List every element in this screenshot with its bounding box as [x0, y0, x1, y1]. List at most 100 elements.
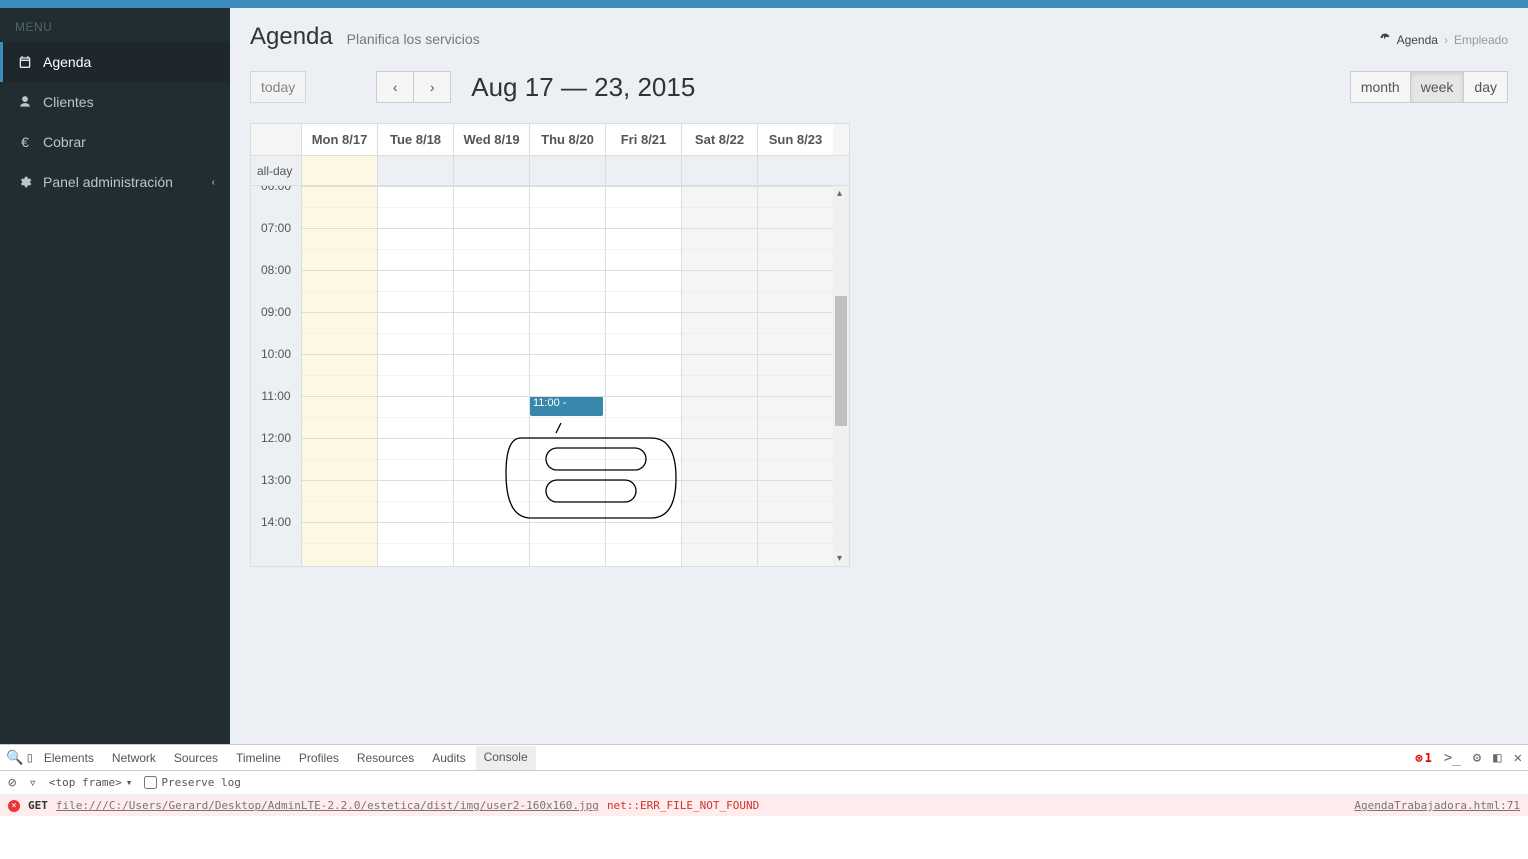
euro-icon: €	[15, 134, 35, 150]
tab-sources[interactable]: Sources	[166, 747, 226, 769]
breadcrumb-sep: ›	[1444, 33, 1448, 47]
date-range: Aug 17 — 23, 2015	[471, 72, 695, 103]
scrollbar[interactable]: ▴ ▾	[833, 186, 849, 566]
month-button[interactable]: month	[1350, 71, 1411, 103]
prev-button[interactable]: ‹	[376, 71, 414, 103]
day-column[interactable]	[681, 186, 757, 566]
sidebar-item-label: Agenda	[43, 54, 91, 70]
allday-cell[interactable]	[757, 156, 833, 185]
calendar-icon	[15, 55, 35, 69]
devtools: 🔍 ▯ Elements Network Sources Timeline Pr…	[0, 744, 1528, 859]
allday-cell[interactable]	[301, 156, 377, 185]
calendar-event[interactable]: 11:00 -	[530, 396, 603, 416]
calendar: Mon 8/17 Tue 8/18 Wed 8/19 Thu 8/20 Fri …	[250, 123, 850, 567]
console-log-row: × GET file:///C:/Users/Gerard/Desktop/Ad…	[0, 795, 1528, 816]
time-label: 14:00	[251, 515, 301, 557]
device-icon[interactable]: ▯	[25, 750, 33, 766]
calendar-grid: 11:00 -	[301, 186, 833, 566]
view-group: month week day	[1350, 71, 1508, 103]
tab-timeline[interactable]: Timeline	[228, 747, 289, 769]
day-button[interactable]: day	[1463, 71, 1508, 103]
tab-network[interactable]: Network	[104, 747, 164, 769]
sidebar-item-panel-admin[interactable]: Panel administración ‹	[0, 162, 230, 202]
sidebar-item-agenda[interactable]: Agenda	[0, 42, 230, 82]
day-column[interactable]	[377, 186, 453, 566]
sidebar-item-label: Panel administración	[43, 174, 173, 190]
time-label: 08:00	[251, 263, 301, 305]
day-header: Sun 8/23	[757, 124, 833, 155]
log-url[interactable]: file:///C:/Users/Gerard/Desktop/AdminLTE…	[56, 799, 599, 812]
day-header: Fri 8/21	[605, 124, 681, 155]
day-header: Wed 8/19	[453, 124, 529, 155]
content: Agenda Planifica los servicios Agenda › …	[230, 8, 1528, 744]
time-label: 09:00	[251, 305, 301, 347]
calendar-header: Mon 8/17 Tue 8/18 Wed 8/19 Thu 8/20 Fri …	[250, 123, 850, 156]
allday-cell[interactable]	[377, 156, 453, 185]
log-source[interactable]: AgendaTrabajadora.html:71	[1354, 799, 1520, 812]
allday-row: all-day	[250, 156, 850, 186]
allday-cell[interactable]	[605, 156, 681, 185]
allday-cell[interactable]	[453, 156, 529, 185]
sidebar-item-label: Cobrar	[43, 134, 86, 150]
sidebar-item-cobrar[interactable]: € Cobrar	[0, 122, 230, 162]
user-icon	[15, 95, 35, 109]
chevron-down-icon: ▾	[126, 776, 133, 789]
tab-resources[interactable]: Resources	[349, 747, 422, 769]
next-button[interactable]: ›	[413, 71, 451, 103]
tab-audits[interactable]: Audits	[424, 747, 473, 769]
main-layout: MENU Agenda Clientes € Cobrar Panel admi…	[0, 8, 1528, 744]
scroll-down-icon[interactable]: ▾	[837, 553, 842, 564]
error-icon: ×	[8, 800, 20, 812]
frame-select[interactable]: <top frame> ▾	[49, 776, 132, 789]
drawer-icon[interactable]: >_	[1444, 750, 1461, 766]
frame-label: <top frame>	[49, 776, 122, 789]
log-net-error: net::ERR_FILE_NOT_FOUND	[607, 799, 759, 812]
time-axis: 06:00 07:00 08:00 09:00 10:00 11:00 12:0…	[251, 186, 301, 566]
search-icon[interactable]: 🔍	[6, 750, 23, 766]
sidebar-header: MENU	[0, 8, 230, 42]
error-badge[interactable]: ⊗1	[1415, 751, 1431, 765]
week-button[interactable]: week	[1410, 71, 1465, 103]
time-label: 12:00	[251, 431, 301, 473]
day-header: Thu 8/20	[529, 124, 605, 155]
calendar-toolbar: today ‹ › Aug 17 — 23, 2015 month week d…	[250, 71, 1508, 103]
chevron-left-icon: ‹	[393, 79, 398, 95]
time-label: 07:00	[251, 221, 301, 263]
header-scroll-spacer	[833, 124, 849, 155]
nav-group: ‹ ›	[376, 71, 451, 103]
page-title: Agenda	[250, 23, 333, 50]
calendar-body: 06:00 07:00 08:00 09:00 10:00 11:00 12:0…	[250, 186, 850, 567]
devtools-subbar: ⊘ ▿ <top frame> ▾ Preserve log	[0, 771, 1528, 795]
sidebar-item-clientes[interactable]: Clientes	[0, 82, 230, 122]
tab-console[interactable]: Console	[476, 746, 536, 770]
breadcrumb: Agenda › Empleado	[1379, 32, 1508, 47]
allday-cell[interactable]	[529, 156, 605, 185]
breadcrumb-root[interactable]: Agenda	[1397, 33, 1438, 47]
gear-icon[interactable]: ⚙	[1473, 750, 1481, 766]
time-label: 06:00	[251, 186, 301, 221]
preserve-log[interactable]: Preserve log	[144, 776, 240, 789]
page-header: Agenda Planifica los servicios Agenda › …	[250, 23, 1508, 51]
day-column[interactable]	[301, 186, 377, 566]
top-bar	[0, 0, 1528, 8]
preserve-log-checkbox[interactable]	[144, 776, 157, 789]
today-button[interactable]: today	[250, 71, 306, 103]
filter-icon[interactable]: ▿	[28, 775, 36, 791]
allday-label: all-day	[251, 164, 301, 178]
header-spacer	[251, 124, 301, 155]
time-label: 10:00	[251, 347, 301, 389]
allday-cell[interactable]	[681, 156, 757, 185]
dock-icon[interactable]: ◧	[1493, 750, 1501, 766]
scroll-up-icon[interactable]: ▴	[837, 188, 842, 199]
scroll-thumb[interactable]	[835, 296, 847, 426]
sidebar: MENU Agenda Clientes € Cobrar Panel admi…	[0, 8, 230, 744]
tab-elements[interactable]: Elements	[36, 747, 102, 769]
error-icon: ⊗	[1415, 751, 1422, 765]
clear-icon[interactable]: ⊘	[8, 775, 16, 791]
day-column[interactable]	[757, 186, 833, 566]
tab-profiles[interactable]: Profiles	[291, 747, 347, 769]
close-icon[interactable]: ✕	[1514, 750, 1522, 766]
sidebar-item-label: Clientes	[43, 94, 94, 110]
breadcrumb-leaf: Empleado	[1454, 33, 1508, 47]
devtools-right: ⊗1 >_ ⚙ ◧ ✕	[1415, 750, 1522, 766]
